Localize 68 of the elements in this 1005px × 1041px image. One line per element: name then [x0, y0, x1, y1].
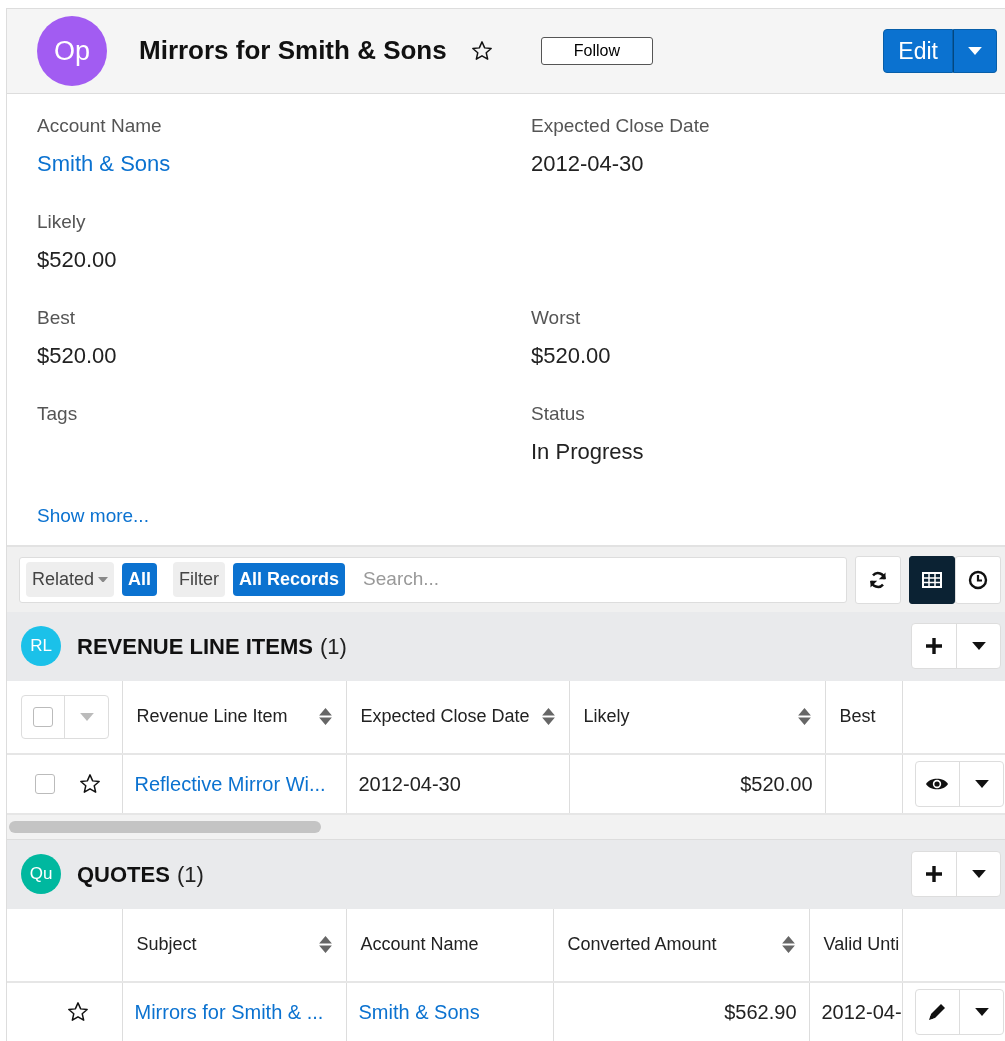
table-cell: $520.00 [740, 772, 813, 795]
clock-icon [968, 569, 988, 590]
grid-icon [922, 571, 942, 588]
avatar: Op [37, 16, 107, 86]
field-value: $520.00 [37, 245, 118, 274]
field-value: 2012-04-30 [531, 149, 645, 178]
module-avatar: RL [21, 626, 61, 666]
field-label: Expected Close Date [531, 114, 711, 138]
field-label: Tags [37, 402, 79, 426]
record-title: Mirrors for Smith & Sons [139, 35, 447, 67]
column-header[interactable]: Revenue Line Item [136, 703, 288, 730]
checkbox[interactable] [33, 706, 53, 727]
column-header[interactable]: Account Name [360, 931, 479, 958]
subpanel-title: REVENUE LINE ITEMS [77, 632, 313, 661]
caret-icon [98, 576, 109, 583]
column-header[interactable]: Valid Unti [823, 931, 900, 958]
timeline-view-button[interactable] [955, 555, 1001, 604]
field-link[interactable]: Smith & Sons [37, 150, 171, 176]
field-label: Status [531, 402, 586, 426]
caret-icon [79, 712, 94, 721]
record-count: (1) [319, 632, 347, 661]
related-badge: All [122, 563, 158, 596]
column-header[interactable]: Converted Amount [567, 931, 717, 958]
record-link[interactable]: Reflective Mirror Wi... [134, 772, 326, 795]
field-label: Best [37, 306, 77, 330]
filter-badge: All Records [233, 563, 346, 596]
star-icon[interactable] [470, 40, 493, 62]
caret-icon [971, 642, 986, 650]
field-label: Account Name [37, 114, 163, 138]
field-value: $520.00 [37, 341, 118, 370]
related-dropdown[interactable]: Related [26, 562, 115, 597]
caret-icon [971, 870, 986, 878]
caret-icon [974, 1007, 989, 1016]
show-more-link[interactable]: Show more... [37, 502, 149, 531]
filter-bar[interactable]: Related All Filter All Records Search... [19, 556, 847, 603]
plus-icon [925, 637, 943, 655]
column-header[interactable]: Likely [583, 703, 630, 730]
table-cell: $562.90 [724, 1000, 797, 1023]
star-icon[interactable] [67, 1000, 89, 1023]
subpanel-title: QUOTES [77, 860, 170, 889]
field-value: $520.00 [531, 341, 612, 370]
module-avatar: Qu [21, 854, 61, 894]
row-checkbox[interactable] [35, 773, 55, 794]
table-cell: 2012-04- [821, 1000, 902, 1023]
caret-icon [968, 47, 982, 55]
field-label: Likely [37, 210, 87, 234]
star-icon[interactable] [79, 772, 101, 795]
refresh-button[interactable] [855, 555, 901, 604]
field-value: In Progress [531, 437, 645, 466]
column-header[interactable]: Best [839, 703, 876, 730]
select-all-checkbox[interactable] [21, 694, 109, 739]
column-header[interactable]: Expected Close Date [360, 703, 530, 730]
table-cell: 2012-04-30 [358, 772, 461, 795]
record-count: (1) [176, 860, 204, 889]
record-link[interactable]: Smith & Sons [358, 1000, 480, 1023]
plus-icon [925, 865, 943, 883]
edit-button[interactable]: Edit [883, 28, 953, 74]
record-link[interactable]: Mirrors for Smith & ... [134, 1000, 324, 1023]
refresh-icon [868, 569, 888, 590]
list-view-button[interactable] [909, 555, 955, 604]
field-label: Worst [531, 306, 582, 330]
follow-button[interactable]: Follow [540, 36, 653, 66]
column-header[interactable]: Subject [136, 931, 197, 958]
pencil-icon [927, 1001, 948, 1022]
filter-button[interactable]: Filter [173, 562, 226, 597]
caret-icon [974, 779, 989, 788]
edit-dropdown-button[interactable] [953, 28, 997, 74]
scrollbar-thumb[interactable] [9, 820, 321, 833]
